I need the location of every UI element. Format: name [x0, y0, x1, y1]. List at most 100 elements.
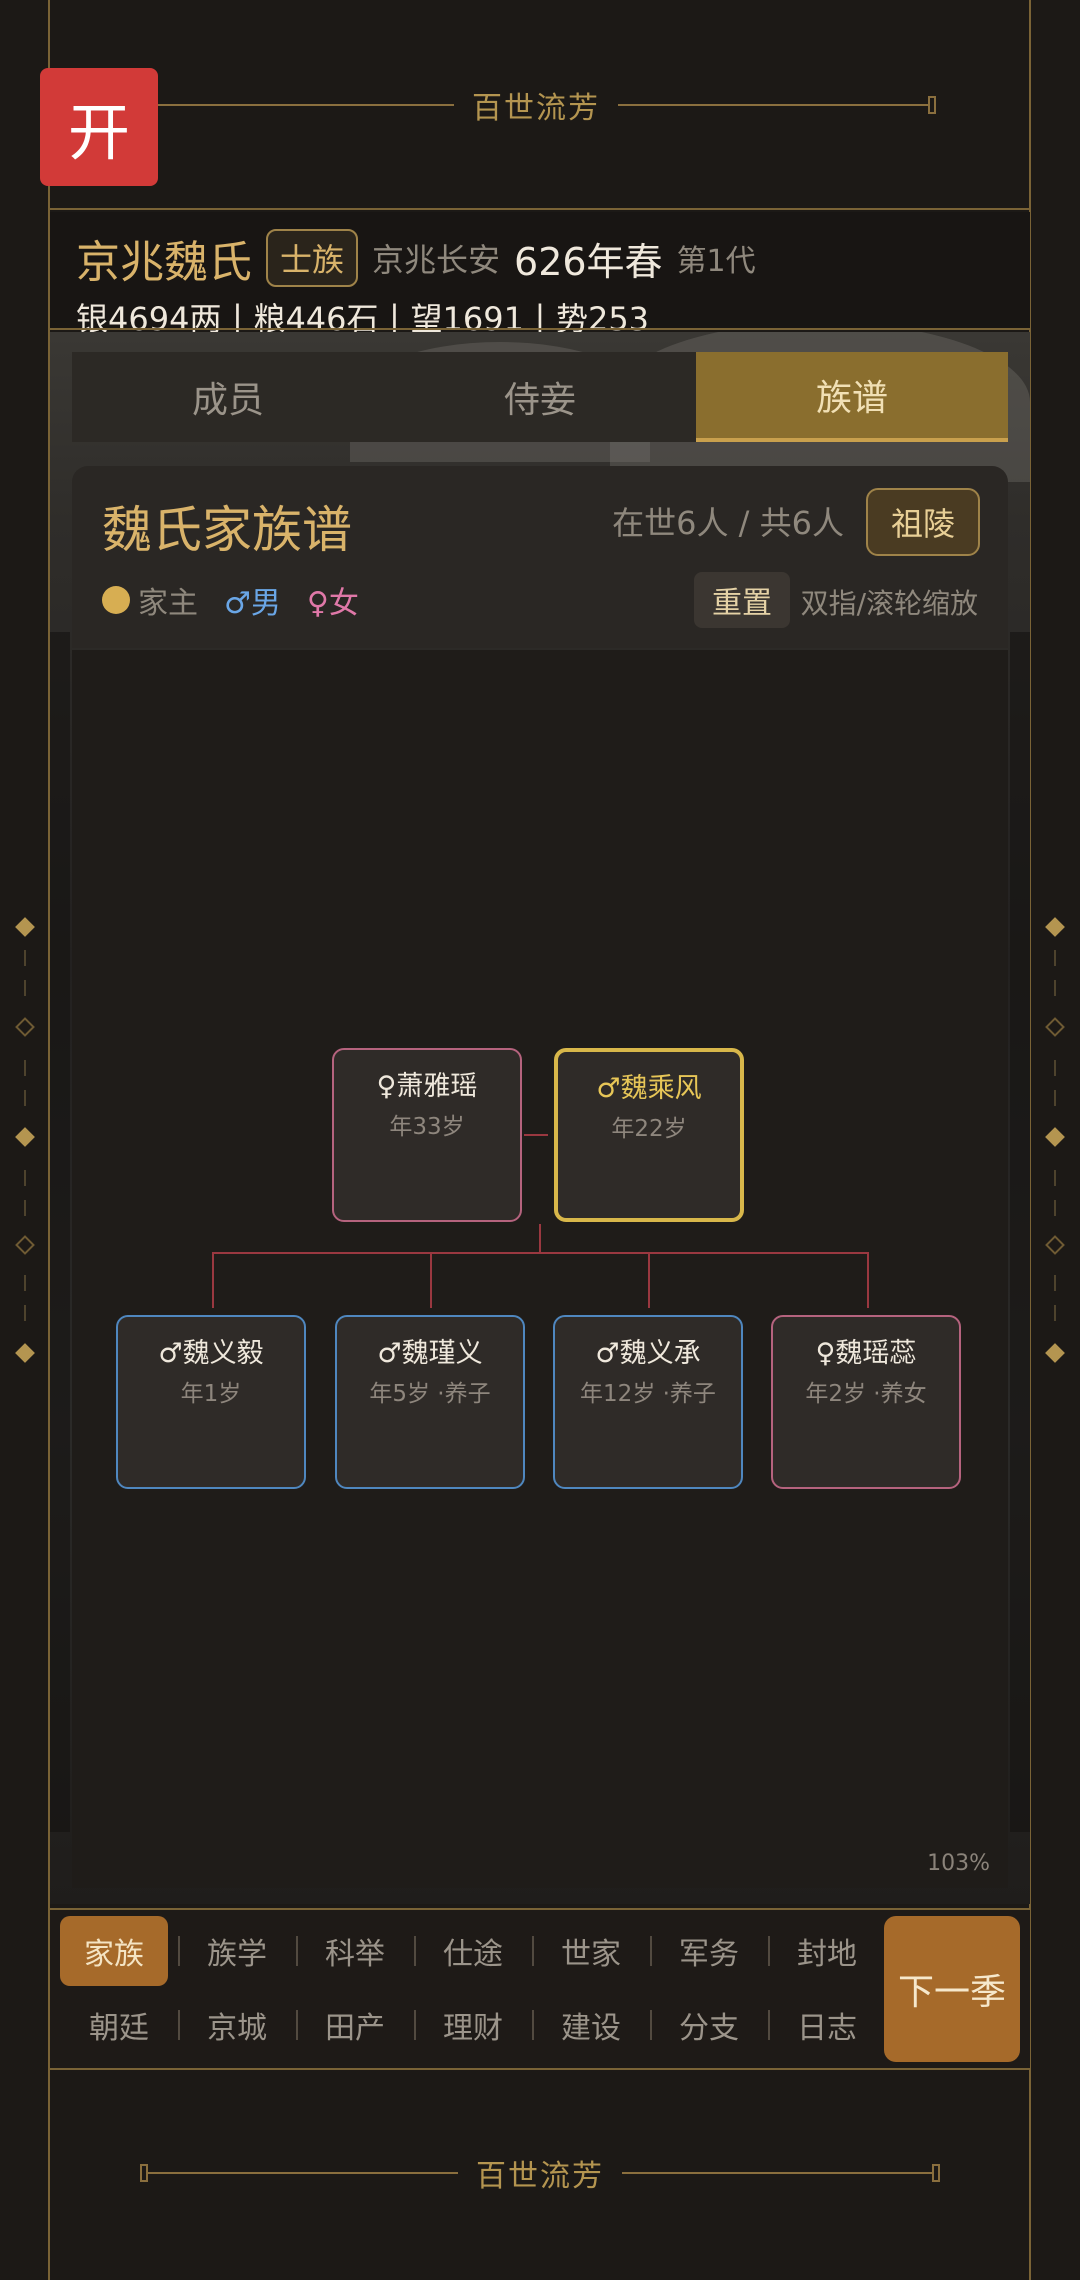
ornament-dash — [24, 980, 26, 996]
tree-silhouette — [1010, 632, 1030, 1832]
spouse-connector — [524, 1134, 548, 1136]
ornament-diamond — [1045, 1235, 1065, 1255]
banner-rule — [148, 2172, 458, 2174]
ornament-dash — [1054, 1200, 1056, 1216]
nav-career[interactable]: 仕途 — [414, 1916, 532, 1986]
ornament-diamond — [1045, 1017, 1065, 1037]
ornament-dash — [24, 1200, 26, 1216]
banner-cap — [140, 2164, 148, 2182]
member-node-child[interactable]: ♂魏义承 年12岁 ·养子 — [553, 1315, 743, 1489]
nav-fief[interactable]: 封地 — [768, 1916, 886, 1986]
nav-family[interactable]: 家族 — [60, 1916, 168, 1986]
nav-finance[interactable]: 理财 — [414, 1990, 532, 2060]
nav-construction[interactable]: 建设 — [532, 1990, 650, 2060]
legend-male: ♂男 — [224, 586, 281, 621]
member-node-child[interactable]: ♀魏瑶蕊 年2岁 ·养女 — [771, 1315, 961, 1489]
member-node-spouse[interactable]: ♀萧雅瑶 年33岁 — [332, 1048, 522, 1222]
divider-nav-bottom — [50, 2068, 1030, 2070]
tab-members[interactable]: 成员 — [72, 352, 384, 442]
ornament-diamond — [1045, 1343, 1065, 1363]
ornament-diamond — [15, 1017, 35, 1037]
divider-top — [50, 208, 1030, 210]
ancestral-tomb-button[interactable]: 祖陵 — [866, 488, 980, 556]
nav-branches[interactable]: 分支 — [650, 1990, 768, 2060]
family-tree-canvas[interactable]: ♀萧雅瑶 年33岁 ♂魏乘风 年22岁 ♂魏义毅 年1岁 ♂魏瑾义 年5岁 ·养… — [72, 650, 1008, 1888]
banner-rule — [144, 104, 454, 106]
member-age: 年33岁 — [389, 1114, 465, 1140]
ornament-diamond — [15, 1235, 35, 1255]
divider-header — [50, 328, 1030, 330]
head-dot-icon — [102, 586, 130, 614]
family-tree-header: 魏氏家族谱 在世6人 / 共6人 祖陵 家主 ♂男 ♀女 重置 双指/滚轮缩放 — [72, 466, 1008, 648]
member-name: ♀魏瑶蕊 — [815, 1338, 917, 1369]
nav-log[interactable]: 日志 — [768, 1990, 886, 2060]
member-name: ♂魏乘风 — [596, 1073, 702, 1104]
sibling-bar — [212, 1252, 868, 1254]
ornament-dash — [24, 950, 26, 966]
ornament-dash — [1054, 1090, 1056, 1106]
member-age: 年2岁 ·养女 — [805, 1381, 927, 1407]
nav-noble-houses[interactable]: 世家 — [532, 1916, 650, 1986]
ornament-dash — [24, 1275, 26, 1291]
nav-estates[interactable]: 田产 — [296, 1990, 414, 2060]
ornament-dash — [1054, 1305, 1056, 1321]
child-connector — [867, 1252, 869, 1308]
ornament-dash — [1054, 1275, 1056, 1291]
next-season-button[interactable]: 下一季 — [884, 1916, 1020, 2062]
clan-rank-badge: 士族 — [266, 229, 359, 287]
nav-row-1: 家族 族学 科举 仕途 世家 军务 封地 — [60, 1916, 886, 1986]
nav-military[interactable]: 军务 — [650, 1916, 768, 1986]
banner-cap — [932, 2164, 940, 2182]
nav-capital[interactable]: 京城 — [178, 1990, 296, 2060]
nav-court[interactable]: 朝廷 — [60, 1990, 178, 2060]
top-banner: 百世流芳 — [0, 90, 1080, 126]
ornament-dash — [24, 1090, 26, 1106]
member-name: ♂魏义毅 — [158, 1338, 264, 1369]
ornament-dash — [1054, 1060, 1056, 1076]
ornament-dash — [24, 1170, 26, 1186]
ornament-diamond — [1045, 1127, 1065, 1147]
member-name: ♂魏义承 — [595, 1338, 701, 1369]
tree-silhouette — [50, 632, 70, 1832]
banner-cap — [928, 96, 936, 114]
nav-exam[interactable]: 科举 — [296, 1916, 414, 1986]
ornament-dash — [24, 1060, 26, 1076]
open-button[interactable]: 开 — [40, 68, 158, 186]
ornament-diamond — [1045, 917, 1065, 937]
parent-connector — [539, 1224, 541, 1254]
banner-title: 百世流芳 — [476, 2159, 604, 2194]
reset-button[interactable]: 重置 — [694, 572, 790, 628]
member-age: 年5岁 ·养子 — [369, 1381, 491, 1407]
child-connector — [430, 1252, 432, 1308]
clan-info-line: 京兆魏氏 士族 京兆长安 626年春 第1代 — [76, 226, 756, 290]
banner-title: 百世流芳 — [472, 91, 600, 126]
member-node-child[interactable]: ♂魏义毅 年1岁 — [116, 1315, 306, 1489]
zoom-level: 103% — [927, 1851, 990, 1876]
child-connector — [648, 1252, 650, 1308]
clan-location: 京兆长安 — [372, 241, 501, 279]
ornament-dash — [1054, 980, 1056, 996]
clan-generation: 第1代 — [676, 244, 756, 279]
nav-row-2: 朝廷 京城 田产 理财 建设 分支 日志 — [60, 1990, 886, 2060]
ornament-dash — [1054, 1170, 1056, 1186]
member-age: 年22岁 — [611, 1116, 687, 1142]
family-tree-title: 魏氏家族谱 — [102, 501, 352, 559]
member-node-head[interactable]: ♂魏乘风 年22岁 — [554, 1048, 744, 1222]
member-node-child[interactable]: ♂魏瑾义 年5岁 ·养子 — [335, 1315, 525, 1489]
ornament-diamond — [15, 917, 35, 937]
side-ornament-left — [15, 917, 35, 1363]
banner-rule — [618, 104, 928, 106]
nav-clan-school[interactable]: 族学 — [178, 1916, 296, 1986]
legend: 家主 ♂男 ♀女 — [102, 578, 359, 622]
clan-header: 京兆魏氏 士族 京兆长安 626年春 第1代 银4694两丨粮446石丨望169… — [50, 212, 1030, 338]
ornament-diamond — [15, 1127, 35, 1147]
tab-concubines[interactable]: 侍妾 — [384, 352, 696, 442]
zoom-hint: 双指/滚轮缩放 — [800, 587, 978, 620]
bottom-banner: 百世流芳 — [0, 2158, 1080, 2194]
tab-family-tree[interactable]: 族谱 — [696, 352, 1008, 442]
member-count: 在世6人 / 共6人 — [612, 504, 844, 542]
member-name: ♂魏瑾义 — [377, 1338, 483, 1369]
clan-name: 京兆魏氏 — [76, 237, 252, 288]
ornament-dash — [24, 1305, 26, 1321]
main-tabs: 成员 侍妾 族谱 — [72, 352, 1008, 442]
